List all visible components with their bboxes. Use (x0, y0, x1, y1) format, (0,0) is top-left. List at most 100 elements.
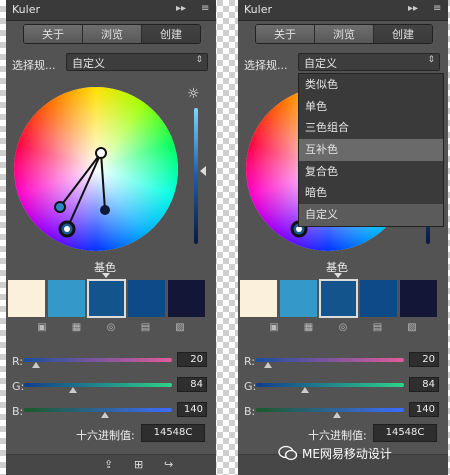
color-swatch[interactable] (240, 280, 277, 317)
panel-titlebar: Kuler ▸▸ ≡ (238, 0, 448, 21)
rule-option-monochromatic[interactable]: 单色 (299, 96, 443, 118)
blue-slider[interactable] (256, 408, 404, 412)
base-color-marker (102, 273, 110, 278)
panel-title: Kuler (12, 3, 40, 16)
blue-value-field[interactable]: 140 (177, 402, 207, 417)
blue-slider-handle[interactable] (333, 412, 342, 418)
blue-value-field[interactable]: 140 (409, 402, 439, 417)
wechat-icon (278, 445, 298, 461)
red-value-field[interactable]: 20 (409, 352, 439, 367)
hex-value-field[interactable]: 14548C (141, 424, 205, 442)
collapse-icon[interactable]: ▸▸ (408, 3, 418, 14)
set-base-color-icon[interactable]: ▤ (372, 322, 384, 334)
base-color-marker (334, 273, 342, 278)
color-handle[interactable] (100, 205, 110, 215)
color-wheel[interactable] (12, 85, 180, 253)
red-channel: R: 20 (244, 352, 444, 374)
tab-browse[interactable]: 浏览 (315, 25, 374, 43)
rule-select[interactable]: 自定义 ⇕ (298, 53, 440, 71)
color-swatch[interactable] (87, 279, 126, 318)
tab-bar: 关于 浏览 创建 (255, 24, 433, 44)
rule-option-complementary[interactable]: 互补色 (299, 139, 443, 161)
blue-label: B: (244, 405, 256, 418)
green-slider[interactable] (256, 383, 404, 387)
tab-about[interactable]: 关于 (256, 25, 315, 43)
red-slider-handle[interactable] (31, 362, 40, 368)
green-label: G: (12, 380, 25, 393)
color-handle[interactable] (95, 147, 107, 159)
rule-label: 选择规... (244, 59, 288, 72)
brightness-icon: ☼ (187, 86, 200, 102)
edit-share-icon[interactable]: ↪ (164, 458, 173, 471)
color-swatch[interactable] (48, 280, 85, 317)
green-slider-handle[interactable] (300, 387, 309, 393)
rule-select-value: 自定义 (72, 57, 105, 70)
rule-option-analogous[interactable]: 类似色 (299, 74, 443, 96)
panel-titlebar: Kuler ▸▸ ≡ (6, 0, 216, 21)
red-label: R: (244, 355, 256, 368)
rule-select[interactable]: 自定义 ⇕ (66, 53, 208, 71)
tab-create[interactable]: 创建 (142, 25, 200, 43)
green-value-field[interactable]: 84 (409, 377, 439, 392)
kuler-panel-left: Kuler ▸▸ ≡ 关于 浏览 创建 选择规... 自定义 ⇕ ☼ 基色 ▣ … (6, 0, 216, 475)
upload-icon[interactable]: ⇪ (104, 458, 113, 471)
color-swatch[interactable] (319, 279, 358, 318)
add-swatches-icon[interactable]: ⊞ (134, 458, 143, 471)
hex-label: 十六进制值: (76, 429, 135, 442)
blue-slider[interactable] (24, 408, 172, 412)
color-swatch[interactable] (8, 280, 45, 317)
collapse-icon[interactable]: ▸▸ (176, 3, 186, 14)
base-color-handle-center (64, 226, 70, 232)
tab-about[interactable]: 关于 (24, 25, 83, 43)
rule-option-triad[interactable]: 三色组合 (299, 117, 443, 139)
set-foreground-icon[interactable]: ▨ (406, 322, 418, 334)
add-to-swatches-icon[interactable]: ▣ (36, 322, 48, 334)
save-theme-icon[interactable]: ▦ (303, 322, 315, 334)
rule-option-custom[interactable]: 自定义 (299, 204, 443, 226)
eyedropper-icon[interactable]: ◎ (105, 322, 117, 334)
blue-channel: B: 140 (244, 402, 444, 424)
tab-browse[interactable]: 浏览 (83, 25, 142, 43)
red-channel: R: 20 (12, 352, 212, 374)
base-color-handle-center (296, 226, 302, 232)
panel-footer: ⇪ ⊞ ↪ (6, 454, 216, 475)
panel-menu-icon[interactable]: ≡ (201, 3, 209, 14)
color-swatch[interactable] (128, 280, 165, 317)
rule-option-shades[interactable]: 暗色 (299, 182, 443, 204)
swatch-tools: ▣ ▦ ◎ ▤ ▨ (36, 322, 186, 334)
swatch-tools: ▣ ▦ ◎ ▤ ▨ (268, 322, 418, 334)
set-foreground-icon[interactable]: ▨ (174, 322, 186, 334)
red-slider-handle[interactable] (263, 362, 272, 368)
green-value-field[interactable]: 84 (177, 377, 207, 392)
eyedropper-icon[interactable]: ◎ (337, 322, 349, 334)
panel-title: Kuler (244, 3, 272, 16)
set-base-color-icon[interactable]: ▤ (140, 322, 152, 334)
color-handle[interactable] (54, 201, 66, 213)
color-swatch[interactable] (168, 280, 205, 317)
brightness-slider[interactable] (194, 108, 198, 244)
watermark: ME网易移动设计 (278, 443, 392, 463)
hex-label: 十六进制值: (308, 429, 367, 442)
red-slider[interactable] (256, 358, 404, 362)
rule-select-value: 自定义 (304, 57, 337, 70)
color-swatch[interactable] (360, 280, 397, 317)
color-swatch[interactable] (280, 280, 317, 317)
rule-option-compound[interactable]: 复合色 (299, 161, 443, 183)
red-value-field[interactable]: 20 (177, 352, 207, 367)
save-theme-icon[interactable]: ▦ (71, 322, 83, 334)
hex-value-field[interactable]: 14548C (373, 424, 437, 442)
brightness-slider-handle[interactable] (200, 166, 206, 176)
add-to-swatches-icon[interactable]: ▣ (268, 322, 280, 334)
updown-arrows-icon: ⇕ (195, 55, 203, 65)
blue-slider-handle[interactable] (101, 412, 110, 418)
blue-channel: B: 140 (12, 402, 212, 424)
blue-label: B: (12, 405, 24, 418)
kuler-panel-right: Kuler ▸▸ ≡ 关于 浏览 创建 选择规... 自定义 ⇕ ☼ 基色 ▣ … (238, 0, 448, 475)
updown-arrows-icon: ⇕ (427, 55, 435, 65)
tab-create[interactable]: 创建 (374, 25, 432, 43)
red-slider[interactable] (24, 358, 172, 362)
green-slider[interactable] (24, 383, 172, 387)
color-swatch[interactable] (400, 280, 437, 317)
green-slider-handle[interactable] (68, 387, 77, 393)
panel-menu-icon[interactable]: ≡ (433, 3, 441, 14)
